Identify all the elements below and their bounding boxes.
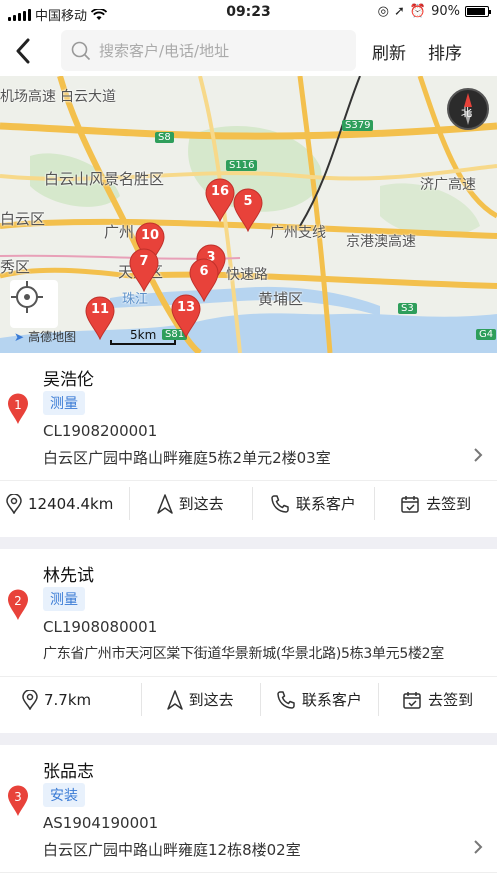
- location-pin-icon: [22, 689, 38, 710]
- map-label: 快速路: [226, 267, 268, 283]
- order-code: AS1904190001: [43, 814, 159, 832]
- status-right: ◎ ➚ ⏰ 90%: [377, 4, 491, 19]
- order-type-tag: 安装: [43, 783, 85, 807]
- road-shield: G4: [476, 329, 497, 340]
- map-pin-label: 10: [140, 228, 160, 243]
- contact-label: 联系客户: [295, 495, 356, 513]
- road-shield: S379: [342, 120, 374, 131]
- locate-button[interactable]: [10, 280, 58, 328]
- compass-button[interactable]: 北: [447, 88, 489, 130]
- contact-button[interactable]: 联系客户: [259, 677, 379, 722]
- order-code: CL1908080001: [43, 618, 158, 636]
- calendar-check-icon: [403, 691, 421, 709]
- navigate-button[interactable]: 到这去: [128, 481, 252, 526]
- checkin-label: 去签到: [428, 691, 474, 709]
- map-label: 广州支线: [270, 225, 326, 241]
- road-shield: S3: [398, 303, 417, 314]
- customer-name: 林先试: [43, 566, 94, 586]
- card-actions: 12404.4km 到这去 联系客户 去签到: [0, 480, 497, 526]
- order-type-tag: 测量: [43, 391, 85, 415]
- marker-pin-icon: 3: [7, 785, 29, 817]
- nav-bar: 刷新 排序: [0, 26, 497, 76]
- map-label: 白云区: [0, 210, 46, 228]
- marker-pin-icon: 2: [7, 589, 29, 621]
- compass-label: 北: [461, 106, 472, 119]
- checkin-label: 去签到: [426, 495, 472, 513]
- map-pin-label: 7: [139, 254, 149, 269]
- location-arrow-icon: ➚: [394, 4, 405, 19]
- crosshair-icon: [11, 281, 43, 313]
- map-label: 黄埔区: [258, 290, 304, 308]
- checkin-button[interactable]: 去签到: [378, 677, 497, 722]
- scale-label: 5km: [130, 328, 157, 342]
- customer-address: 白云区广园中路山畔雍庭12栋8楼02室: [43, 841, 301, 859]
- map-pin-label: 6: [199, 264, 209, 279]
- customer-card[interactable]: 1 吴浩伦 测量 CL1908200001 白云区广园中路山畔雍庭5栋2单元2楼…: [0, 353, 497, 537]
- search-box[interactable]: [61, 30, 356, 71]
- marker-number: 1: [14, 398, 22, 412]
- alarm-icon: ⏰: [409, 4, 427, 19]
- calendar-check-icon: [401, 495, 419, 513]
- customer-address: 广东省广州市天河区棠下街道华景新城(华景北路)5栋3单元5楼2室: [43, 646, 444, 662]
- map-pin-label: 5: [243, 194, 253, 209]
- orientation-lock-icon: ◎: [377, 4, 389, 19]
- customer-card[interactable]: 3 张品志 安装 AS1904190001 白云区广园中路山畔雍庭12栋8楼02…: [0, 745, 497, 883]
- map-pin[interactable]: 7: [128, 248, 160, 292]
- road-shield: S116: [226, 160, 258, 171]
- navigate-label: 到这去: [188, 691, 234, 709]
- distance-label: 7.7km: [44, 690, 92, 709]
- back-button[interactable]: [8, 34, 38, 68]
- card-actions: 7.7km 到这去 联系客户 去签到: [0, 676, 497, 722]
- map-brand-label: 高德地图: [28, 330, 77, 344]
- map-label: 机场高速: [0, 89, 56, 105]
- map-label: 白云山风景名胜区: [44, 170, 165, 188]
- navigation-arrow-icon: ➤: [14, 329, 25, 344]
- contact-button[interactable]: 联系客户: [251, 481, 375, 526]
- status-bar: 中国移动 09:23 ◎ ➚ ⏰ 90%: [0, 0, 497, 26]
- road-shield: S8: [155, 132, 174, 143]
- order-code: CL1908200001: [43, 422, 158, 440]
- battery-percent: 90%: [431, 4, 460, 19]
- map-pin-label: 11: [90, 302, 110, 317]
- map-brand: ➤ 高德地图: [14, 328, 76, 345]
- distance: 12404.4km: [0, 481, 129, 526]
- map-scale: 5km: [110, 328, 176, 345]
- chevron-left-icon: [16, 38, 30, 64]
- marker-number: 3: [14, 790, 22, 804]
- battery-icon: [465, 6, 491, 17]
- marker-pin-icon: 1: [7, 393, 29, 425]
- contact-label: 联系客户: [301, 691, 362, 709]
- phone-icon: [277, 690, 295, 709]
- checkin-button[interactable]: 去签到: [374, 481, 497, 526]
- map-pin[interactable]: 5: [232, 188, 264, 232]
- navigate-label: 到这去: [178, 495, 224, 513]
- map-label: 济广高速: [420, 177, 476, 193]
- map-pin-label: 13: [176, 300, 196, 315]
- chevron-right-icon[interactable]: [473, 447, 483, 463]
- navigate-button[interactable]: 到这去: [140, 677, 260, 722]
- order-type-tag: 测量: [43, 587, 85, 611]
- customer-name: 吴浩伦: [43, 370, 94, 390]
- refresh-button[interactable]: 刷新: [372, 39, 406, 64]
- navigation-icon: [166, 689, 183, 710]
- customer-address: 白云区广园中路山畔雍庭5栋2单元2楼03室: [43, 449, 331, 467]
- customer-name: 张品志: [43, 762, 94, 782]
- distance: 7.7km: [0, 677, 141, 722]
- map-label: 秀区: [0, 258, 31, 276]
- card-actions: [0, 872, 497, 883]
- marker-number: 2: [14, 594, 22, 608]
- navigation-icon: [156, 493, 173, 514]
- map-label: 广州: [104, 223, 135, 241]
- phone-icon: [271, 494, 289, 513]
- customer-card[interactable]: 2 林先试 测量 CL1908080001 广东省广州市天河区棠下街道华景新城(…: [0, 549, 497, 733]
- map-view[interactable]: 白云山风景名胜区 白云区 广州 天河区 秀区 珠江 黄埔区 京港澳高速 快速路 …: [0, 76, 497, 353]
- sort-button[interactable]: 排序: [428, 39, 462, 64]
- search-input[interactable]: [99, 41, 339, 60]
- search-icon: [71, 41, 91, 60]
- map-label: 京港澳高速: [346, 234, 416, 250]
- chevron-right-icon[interactable]: [473, 839, 483, 855]
- distance-label: 12404.4km: [28, 494, 114, 513]
- location-pin-icon: [6, 493, 22, 514]
- map-label: 白云大道: [60, 89, 116, 105]
